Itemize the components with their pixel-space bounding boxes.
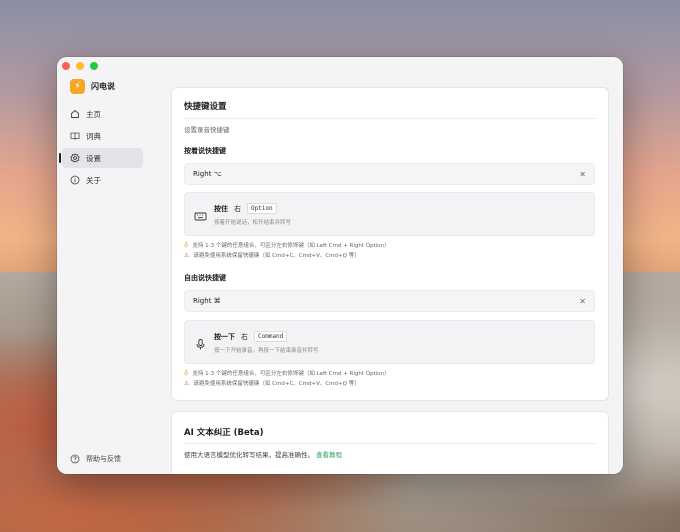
clear-icon[interactable]: ✕ [579,297,586,306]
help-icon [70,454,80,464]
hold-shortcut-label: 按着说快捷键 [184,147,226,155]
hold-tip: ♁ 支持 1-3 个键的任意组合，可区分左右修饰键（如 Left Cmd + R… [184,241,390,250]
main-content: 快捷键设置 设置录音快捷键 按着说快捷键 Right ⌥ ✕ 按住 右 Opti… [156,57,623,474]
hold-key-badge: Option [247,203,277,214]
lightbulb-icon: ♁ [184,241,189,249]
free-key-prefix: 右 [241,332,248,341]
hold-description: 按着开始说话，松开结束并转写 [214,220,292,226]
app-brand: ⚡ 闪电说 [70,79,115,94]
sidebar-item-settings[interactable]: 设置 [59,148,143,168]
hold-shortcut-value: Right ⌥ [193,170,222,178]
clear-icon[interactable]: ✕ [579,170,586,179]
sidebar: ⚡ 闪电说 主页 词典 设置 关于 帮助与反馈 [57,57,156,474]
sidebar-item-label: 设置 [86,153,101,163]
sidebar-nav: 主页 词典 设置 关于 [59,104,143,192]
card-subtitle: 设置录音快捷键 [184,126,230,134]
free-description: 按一下开始录音，再按一下结束录音并转写 [214,348,319,354]
free-action: 按一下 [214,332,235,341]
hold-key-prefix: 右 [234,204,241,213]
ai-correction-card: AI 文本纠正 (Beta) 使用大语言模型优化转写结果，提高准确性。 查看教程 [171,411,609,474]
divider [184,443,596,444]
lightbulb-icon: ♁ [184,369,189,377]
close-window-button[interactable] [62,62,70,70]
window-controls [62,62,98,70]
free-shortcut-value: Right ⌘ [193,297,221,305]
sidebar-item-home[interactable]: 主页 [62,104,143,124]
help-label: 帮助与反馈 [86,455,121,463]
free-shortcut-hint: 按一下 右 Command 按一下开始录音，再按一下结束录音并转写 [184,320,595,364]
minimize-window-button[interactable] [76,62,84,70]
sidebar-item-label: 词典 [86,131,101,141]
help-feedback-link[interactable]: 帮助与反馈 [70,454,121,464]
hold-action: 按住 [214,204,228,213]
free-key-badge: Command [254,331,288,342]
sidebar-item-label: 主页 [86,109,101,119]
book-icon [70,131,80,141]
divider [184,118,596,119]
warning-icon: ⚠ [184,379,190,387]
gear-icon [70,153,80,163]
app-name: 闪电说 [91,82,115,91]
free-tip: ♁ 支持 1-3 个键的任意组合，可区分左右修饰键（如 Left Cmd + R… [184,369,390,378]
sidebar-item-dictionary[interactable]: 词典 [62,126,143,146]
sidebar-item-label: 关于 [86,175,101,185]
ai-description: 使用大语言模型优化转写结果，提高准确性。 查看教程 [184,451,343,459]
card-title: 快捷键设置 [184,102,227,112]
keyboard-icon [194,208,207,221]
lightning-icon: ⚡ [70,79,85,94]
zoom-window-button[interactable] [90,62,98,70]
microphone-icon [194,336,207,350]
app-window: ⚡ 闪电说 主页 词典 设置 关于 帮助与反馈 快捷键设置 设置录音快捷键 按着… [57,57,623,474]
home-icon [70,109,80,119]
sidebar-item-about[interactable]: 关于 [62,170,143,190]
free-shortcut-label: 自由说快捷键 [184,274,226,282]
info-icon [70,175,80,185]
hold-shortcut-hint: 按住 右 Option 按着开始说话，松开结束并转写 [184,192,595,236]
warning-icon: ⚠ [184,251,190,259]
tutorial-link[interactable]: 查看教程 [316,451,342,459]
free-shortcut-field[interactable]: Right ⌘ ✕ [184,290,595,312]
ai-card-title: AI 文本纠正 (Beta) [184,428,264,438]
hold-shortcut-field[interactable]: Right ⌥ ✕ [184,163,595,185]
hold-warning: ⚠ 请避免使用系统保留快捷键（如 Cmd+C、Cmd+V、Cmd+Q 等） [184,251,360,260]
shortcut-settings-card: 快捷键设置 设置录音快捷键 按着说快捷键 Right ⌥ ✕ 按住 右 Opti… [171,87,609,401]
free-warning: ⚠ 请避免使用系统保留快捷键（如 Cmd+C、Cmd+V、Cmd+Q 等） [184,379,360,388]
